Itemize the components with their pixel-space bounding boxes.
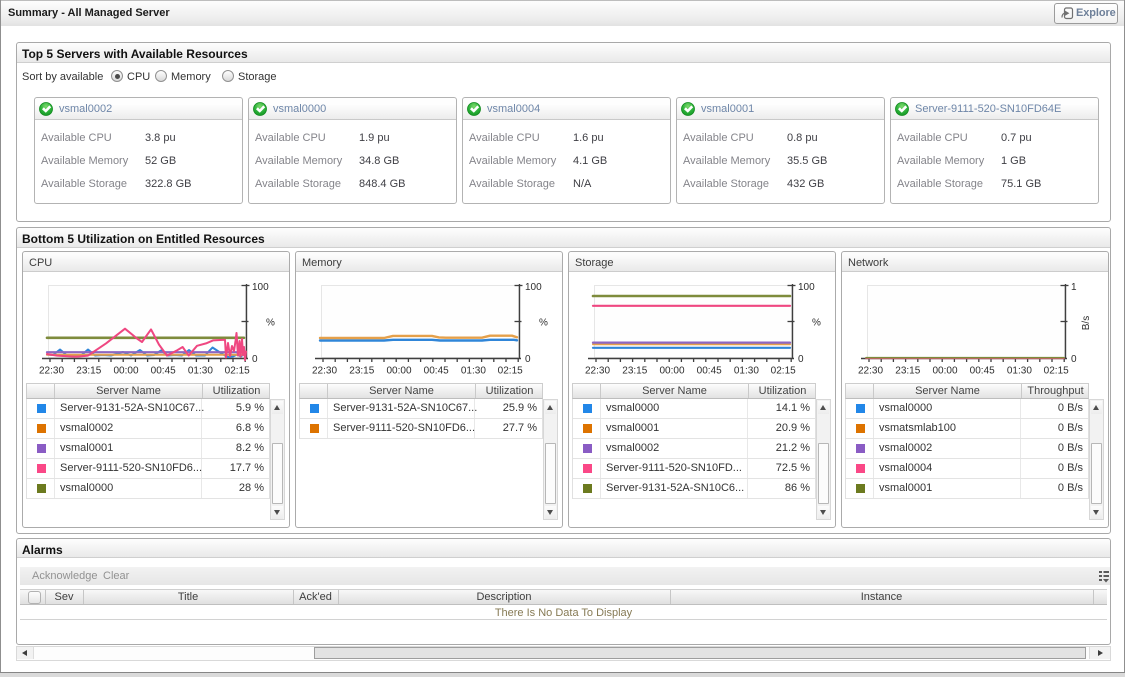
svg-text:100: 100 xyxy=(252,282,269,293)
svg-text:00:45: 00:45 xyxy=(697,366,722,377)
svg-text:00:45: 00:45 xyxy=(151,366,176,377)
svg-text:100: 100 xyxy=(525,282,542,293)
svg-text:0: 0 xyxy=(252,354,258,365)
svg-text:02:15: 02:15 xyxy=(1044,366,1069,377)
svg-text:01:30: 01:30 xyxy=(1007,366,1032,377)
svg-text:23:15: 23:15 xyxy=(622,366,647,377)
svg-text:02:15: 02:15 xyxy=(771,366,796,377)
svg-text:00:00: 00:00 xyxy=(113,366,138,377)
svg-text:1: 1 xyxy=(1071,282,1077,293)
svg-text:00:45: 00:45 xyxy=(424,366,449,377)
svg-text:02:15: 02:15 xyxy=(225,366,250,377)
svg-text:22:30: 22:30 xyxy=(858,366,883,377)
svg-text:22:30: 22:30 xyxy=(312,366,337,377)
svg-text:23:15: 23:15 xyxy=(895,366,920,377)
svg-text:01:30: 01:30 xyxy=(734,366,759,377)
svg-text:0: 0 xyxy=(798,354,804,365)
svg-text:02:15: 02:15 xyxy=(498,366,523,377)
svg-text:01:30: 01:30 xyxy=(461,366,486,377)
svg-text:0: 0 xyxy=(1071,354,1077,365)
svg-text:00:45: 00:45 xyxy=(970,366,995,377)
svg-text:%: % xyxy=(812,318,821,329)
svg-text:23:15: 23:15 xyxy=(349,366,374,377)
svg-text:%: % xyxy=(539,318,548,329)
svg-text:22:30: 22:30 xyxy=(585,366,610,377)
svg-text:00:00: 00:00 xyxy=(932,366,957,377)
svg-text:100: 100 xyxy=(798,282,815,293)
svg-text:%: % xyxy=(266,318,275,329)
svg-text:00:00: 00:00 xyxy=(386,366,411,377)
svg-text:23:15: 23:15 xyxy=(76,366,101,377)
svg-text:22:30: 22:30 xyxy=(39,366,64,377)
svg-text:00:00: 00:00 xyxy=(659,366,684,377)
svg-text:B/s: B/s xyxy=(1081,316,1092,330)
svg-text:0: 0 xyxy=(525,354,531,365)
svg-text:01:30: 01:30 xyxy=(188,366,213,377)
